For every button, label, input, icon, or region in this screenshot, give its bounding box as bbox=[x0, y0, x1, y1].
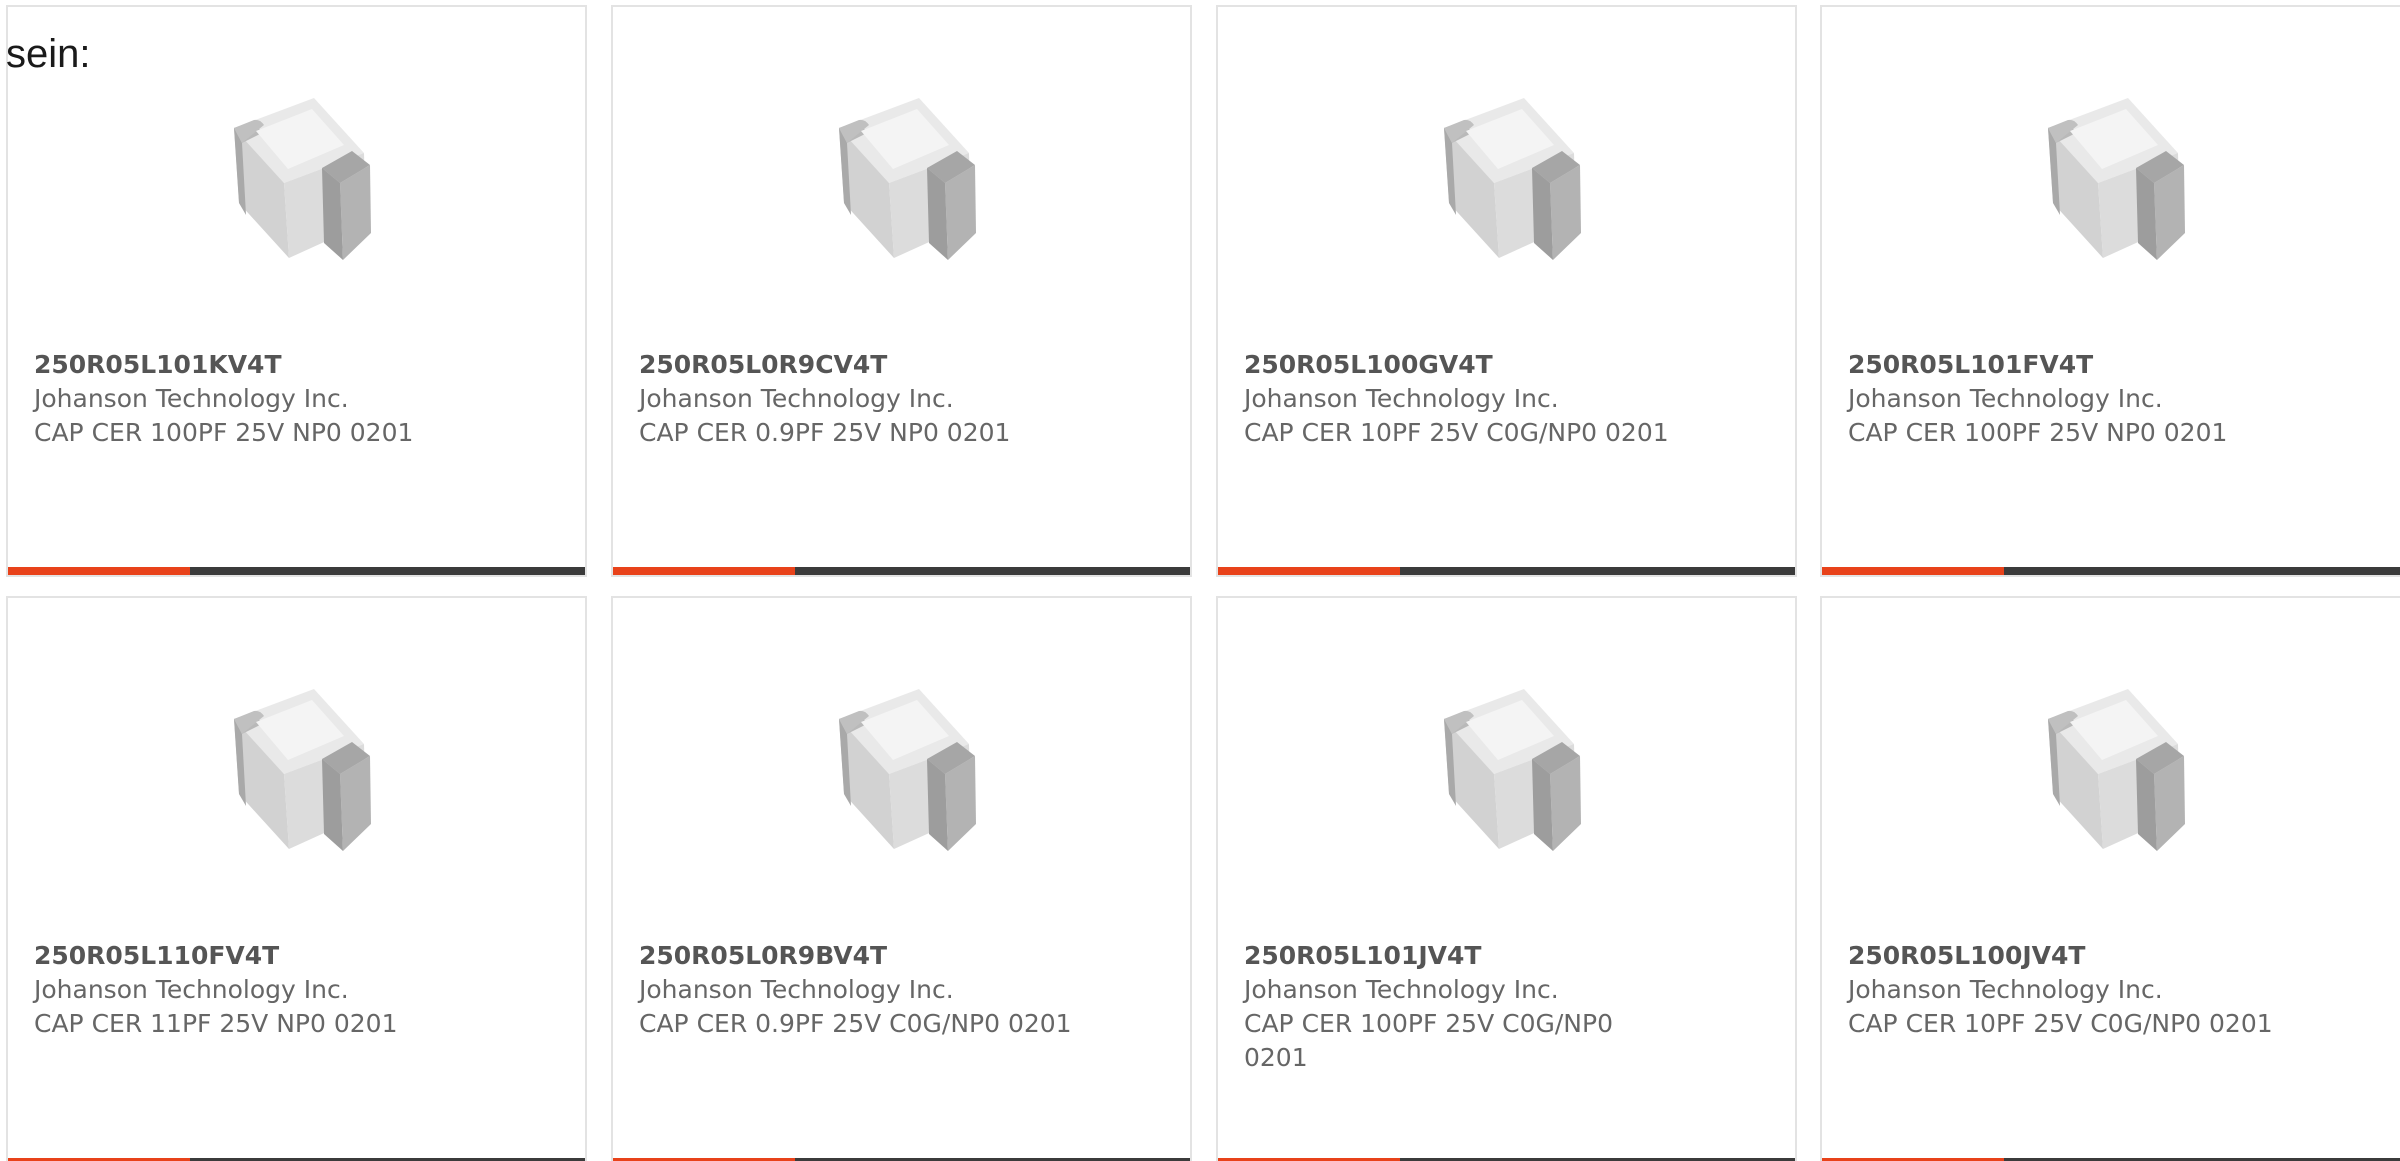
manufacturer-name: Johanson Technology Inc. bbox=[1244, 975, 1559, 1004]
product-description: CAP CER 100PF 25V NP0 0201 bbox=[1848, 418, 2228, 447]
part-number-link[interactable]: 250R05L100GV4T bbox=[1244, 348, 1684, 382]
card-footer-bar bbox=[8, 567, 585, 575]
product-description: CAP CER 11PF 25V NP0 0201 bbox=[34, 1009, 398, 1038]
manufacturer-name: Johanson Technology Inc. bbox=[1848, 975, 2163, 1004]
chip-capacitor-image[interactable] bbox=[799, 73, 1009, 283]
manufacturer-name: Johanson Technology Inc. bbox=[639, 384, 954, 413]
product-info: 250R05L0R9BV4T Johanson Technology Inc. … bbox=[639, 939, 1079, 1041]
chip-capacitor-image[interactable] bbox=[2008, 73, 2218, 283]
part-number-link[interactable]: 250R05L110FV4T bbox=[34, 939, 474, 973]
chip-capacitor-image[interactable] bbox=[1404, 664, 1614, 874]
product-description: CAP CER 10PF 25V C0G/NP0 0201 bbox=[1244, 418, 1669, 447]
product-info: 250R05L110FV4T Johanson Technology Inc. … bbox=[34, 939, 474, 1041]
product-card[interactable]: 250R05L100JV4T Johanson Technology Inc. … bbox=[1820, 596, 2400, 1161]
manufacturer-name: Johanson Technology Inc. bbox=[639, 975, 954, 1004]
chip-capacitor-image[interactable] bbox=[799, 664, 1009, 874]
product-card[interactable]: 250R05L101FV4T Johanson Technology Inc. … bbox=[1820, 5, 2400, 577]
intro-text: sein: bbox=[6, 32, 91, 76]
part-number-link[interactable]: 250R05L0R9CV4T bbox=[639, 348, 1079, 382]
part-number-link[interactable]: 250R05L101FV4T bbox=[1848, 348, 2288, 382]
product-description: CAP CER 100PF 25V NP0 0201 bbox=[34, 418, 414, 447]
chip-capacitor-image[interactable] bbox=[1404, 73, 1614, 283]
card-footer-bar bbox=[1822, 567, 2400, 575]
product-card[interactable]: 250R05L101JV4T Johanson Technology Inc. … bbox=[1216, 596, 1797, 1161]
part-number-link[interactable]: 250R05L101KV4T bbox=[34, 348, 474, 382]
card-accent-bar bbox=[1822, 567, 2004, 575]
chip-capacitor-image[interactable] bbox=[2008, 664, 2218, 874]
card-footer-bar bbox=[1218, 567, 1795, 575]
product-card[interactable]: 250R05L0R9BV4T Johanson Technology Inc. … bbox=[611, 596, 1192, 1161]
product-info: 250R05L101FV4T Johanson Technology Inc. … bbox=[1848, 348, 2288, 450]
product-description: CAP CER 0.9PF 25V NP0 0201 bbox=[639, 418, 1011, 447]
manufacturer-name: Johanson Technology Inc. bbox=[34, 975, 349, 1004]
part-number-link[interactable]: 250R05L100JV4T bbox=[1848, 939, 2288, 973]
product-info: 250R05L101KV4T Johanson Technology Inc. … bbox=[34, 348, 474, 450]
product-info: 250R05L100GV4T Johanson Technology Inc. … bbox=[1244, 348, 1684, 450]
product-info: 250R05L0R9CV4T Johanson Technology Inc. … bbox=[639, 348, 1079, 450]
product-description: CAP CER 100PF 25V C0G/NP0 0201 bbox=[1244, 1009, 1613, 1072]
product-info: 250R05L100JV4T Johanson Technology Inc. … bbox=[1848, 939, 2288, 1041]
manufacturer-name: Johanson Technology Inc. bbox=[1244, 384, 1559, 413]
card-accent-bar bbox=[8, 567, 190, 575]
product-description: CAP CER 10PF 25V C0G/NP0 0201 bbox=[1848, 1009, 2273, 1038]
product-description: CAP CER 0.9PF 25V C0G/NP0 0201 bbox=[639, 1009, 1072, 1038]
product-info: 250R05L101JV4T Johanson Technology Inc. … bbox=[1244, 939, 1684, 1075]
card-accent-bar bbox=[613, 567, 795, 575]
product-grid-page: sein: 250R05L101KV4T Johanson Technology… bbox=[0, 0, 2400, 1161]
part-number-link[interactable]: 250R05L0R9BV4T bbox=[639, 939, 1079, 973]
product-card[interactable]: 250R05L101KV4T Johanson Technology Inc. … bbox=[6, 5, 587, 577]
product-card[interactable]: 250R05L0R9CV4T Johanson Technology Inc. … bbox=[611, 5, 1192, 577]
product-card[interactable]: 250R05L110FV4T Johanson Technology Inc. … bbox=[6, 596, 587, 1161]
card-accent-bar bbox=[1218, 567, 1400, 575]
chip-capacitor-image[interactable] bbox=[194, 73, 404, 283]
manufacturer-name: Johanson Technology Inc. bbox=[1848, 384, 2163, 413]
manufacturer-name: Johanson Technology Inc. bbox=[34, 384, 349, 413]
part-number-link[interactable]: 250R05L101JV4T bbox=[1244, 939, 1684, 973]
chip-capacitor-image[interactable] bbox=[194, 664, 404, 874]
product-card[interactable]: 250R05L100GV4T Johanson Technology Inc. … bbox=[1216, 5, 1797, 577]
card-footer-bar bbox=[613, 567, 1190, 575]
